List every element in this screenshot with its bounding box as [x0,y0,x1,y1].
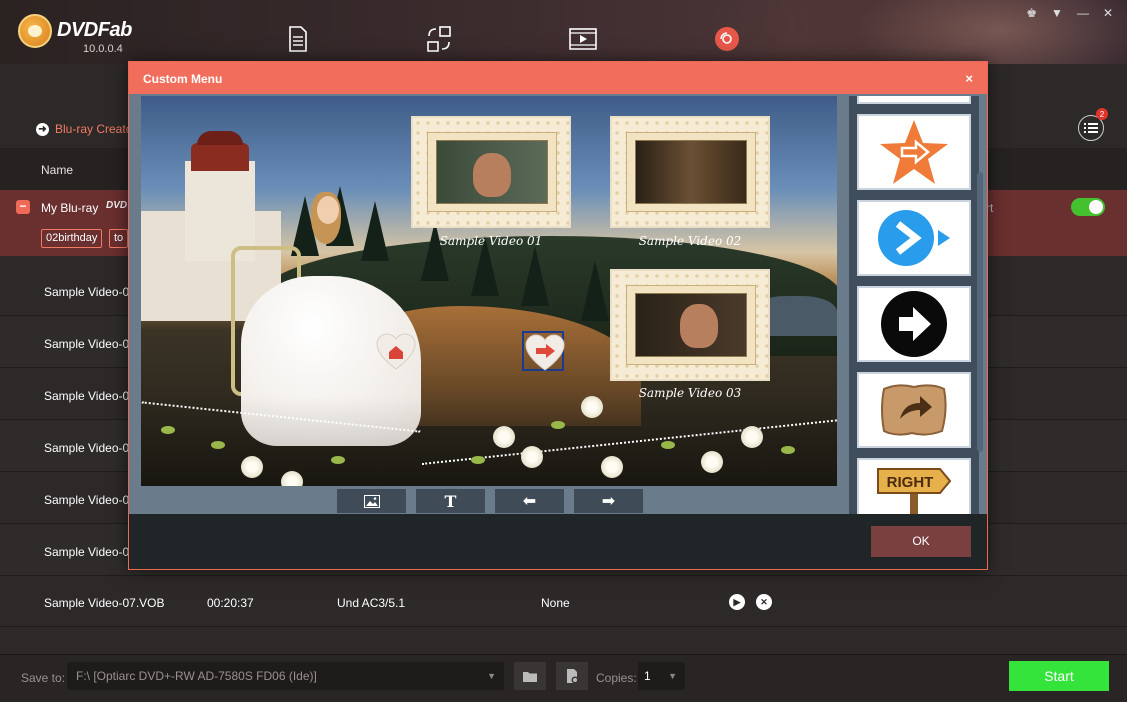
copies-label: Copies: [596,671,637,685]
chapter-thumbnail-2[interactable] [610,116,770,228]
file-name: Sample Video-0 [44,337,130,351]
file-name: Sample Video-07.VOB [44,596,165,610]
right-signpost-icon: RIGHT [877,468,952,514]
thumbnail-label[interactable]: Sample Video 01 [411,234,571,248]
ok-button[interactable]: OK [871,526,971,557]
close-window-icon[interactable]: ✕ [1103,6,1113,20]
blue-circle-arrow-icon [878,210,950,266]
copies-select[interactable]: 1 ▼ [638,662,685,690]
list-icon [1084,123,1098,133]
tree [421,221,449,281]
skin-icon[interactable]: ♚ [1026,6,1037,20]
dialog-titlebar: Custom Menu × [129,62,987,94]
change-background-button[interactable] [337,489,406,513]
ripper-arrows-icon [427,26,451,52]
chapter-thumbnail-1[interactable] [411,116,571,228]
play-icon[interactable]: ▶ [729,594,745,610]
minimize-icon[interactable]: — [1077,6,1089,20]
menu-dropdown-icon[interactable]: ▼ [1051,6,1063,20]
next-page-button[interactable] [522,331,565,371]
close-icon[interactable]: × [965,71,973,86]
folder-icon [523,671,537,682]
save-path-select[interactable]: F:\ [Optiarc DVD+-RW AD-7580S FD06 (Ide)… [67,662,504,690]
tree [581,261,609,321]
template-item[interactable] [857,200,971,276]
remove-icon[interactable]: ✕ [756,594,772,610]
custom-menu-dialog: Custom Menu × Sample Video 01 Sample Vid… [128,61,988,570]
template-item[interactable] [857,372,971,448]
file-subtitle[interactable]: None [541,596,570,610]
heart-home-icon [376,333,416,370]
browse-folder-button[interactable] [514,662,546,690]
name-column-header: Name [41,163,74,177]
nav-creator-button[interactable] [710,22,744,56]
menu-preview-canvas[interactable]: Sample Video 01 Sample Video 02 Sample V… [141,96,837,486]
video-play-icon [569,28,597,50]
app-header: DVDFab 10.0.0.4 ♚ ▼ — ✕ [0,0,1127,150]
previous-page-button[interactable]: ⬅ [495,489,564,513]
dvd-logo-icon: DVD [106,200,128,211]
chapter-thumbnail-3[interactable] [610,269,770,381]
copies-value: 1 [644,669,651,683]
orange-star-arrow-icon [880,120,948,184]
home-button[interactable] [375,332,417,372]
save-to-label: Save to: [21,671,66,685]
file-name: Sample Video-0 [44,545,130,559]
template-item[interactable] [857,114,971,190]
heart-arrow-icon [525,334,565,371]
file-name: Sample Video-0 [44,441,130,455]
chevron-down-icon: ▼ [668,671,677,681]
queue-count-badge: 2 [1096,108,1108,120]
disc-icon [715,27,739,51]
file-audio[interactable]: Und AC3/5.1 [337,596,405,610]
image-icon [363,494,380,508]
nav-converter-button[interactable] [566,22,600,56]
signpost-text: RIGHT [887,474,934,491]
section-label[interactable]: ➜ Blu-ray Creator [36,122,136,136]
tag-badge[interactable]: to [109,229,129,248]
parchment-arrow-icon [881,384,947,436]
file-name: Sample Video-0 [44,389,130,403]
collapse-icon[interactable]: − [16,200,30,214]
template-scrollbar[interactable] [977,172,983,452]
text-icon: T [444,491,457,511]
dialog-footer: OK [129,514,987,569]
table-row[interactable]: Sample Video-07.VOB 00:20:37 Und AC3/5.1… [0,575,1127,627]
template-item[interactable] [857,96,971,104]
source-name: My Blu-ray [41,201,99,215]
save-iso-button[interactable] [556,662,588,690]
file-duration: 00:20:37 [207,596,254,610]
nav-ripper-button[interactable] [422,22,456,56]
thumbnail-label[interactable]: Sample Video 02 [610,234,770,248]
black-circle-arrow-icon [881,291,947,357]
section-label-text: Blu-ray Creator [55,122,137,136]
window-controls: ♚ ▼ — ✕ [1026,6,1113,20]
version-label: 10.0.0.4 [83,43,123,55]
document-icon [289,26,307,52]
brand-name: DVDFab [57,19,132,41]
enable-toggle[interactable] [1071,198,1105,216]
nav-copy-button[interactable] [280,22,314,56]
add-text-button[interactable]: T [416,489,485,513]
tree [521,246,549,306]
arrow-right-icon: ➜ [36,122,49,136]
arrow-right-icon: ➡ [601,493,616,510]
save-path-value: F:\ [Optiarc DVD+-RW AD-7580S FD06 (Ide)… [76,669,317,683]
chevron-down-icon: ▼ [487,671,496,681]
menu-edit-toolbar: T ⬅ ➡ [141,486,837,514]
next-page-toolbar-button[interactable]: ➡ [574,489,643,513]
file-name: Sample Video-0 [44,493,130,507]
dvdfab-logo-icon [18,14,52,48]
template-item[interactable]: RIGHT [857,458,971,514]
button-template-panel: RIGHT [849,96,979,514]
iso-file-icon [567,669,579,684]
arrow-left-icon: ⬅ [522,493,537,510]
start-button[interactable]: Start [1009,661,1109,691]
tag-badge[interactable]: 02birthday [41,229,103,248]
dialog-title: Custom Menu [143,72,223,86]
template-item[interactable] [857,286,971,362]
file-name: Sample Video-0 [44,285,130,299]
